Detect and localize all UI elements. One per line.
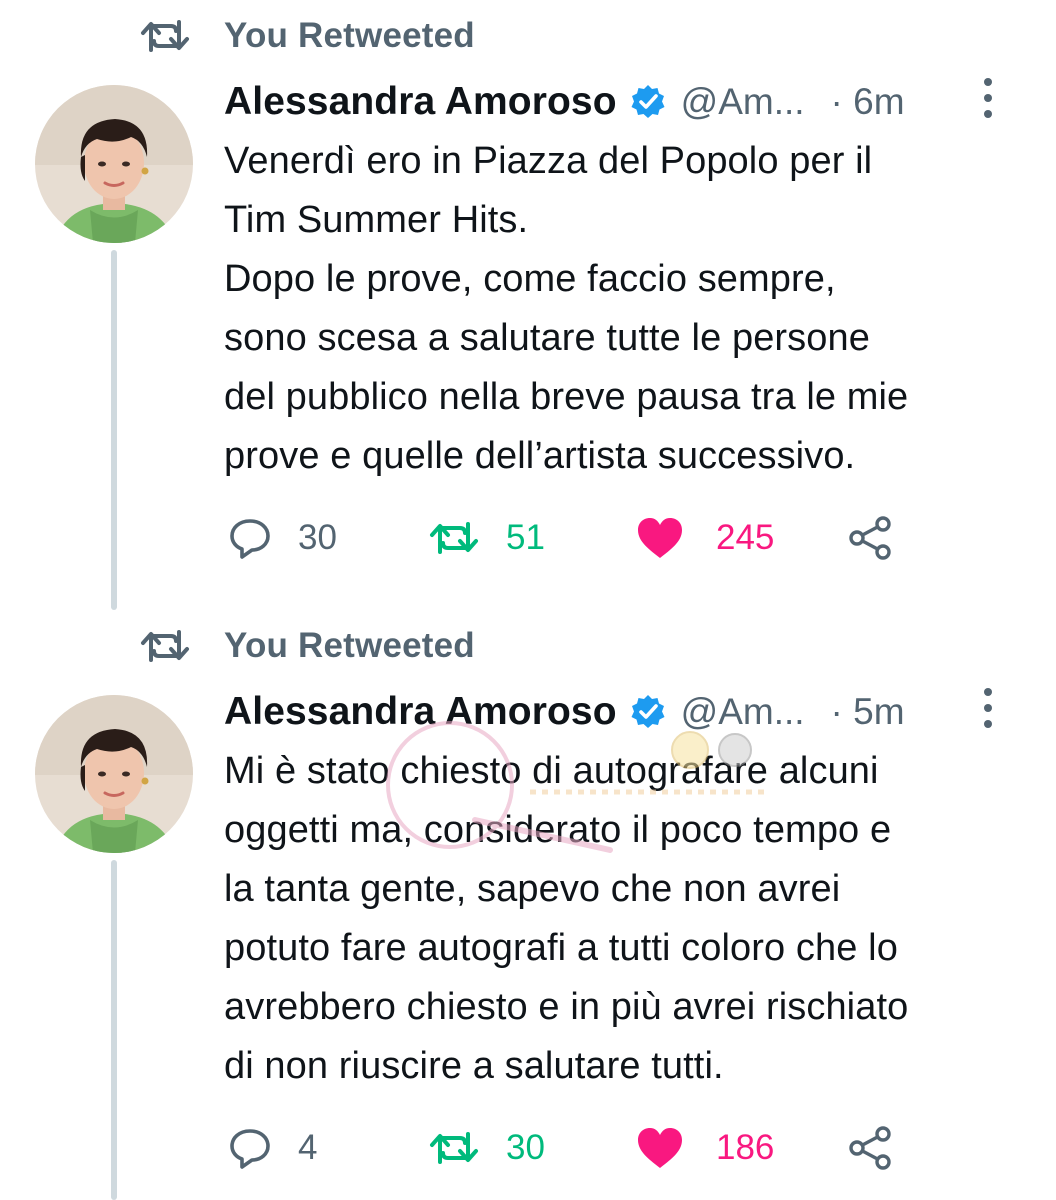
more-vertical-icon[interactable] <box>982 686 994 730</box>
verified-badge-icon <box>631 85 665 118</box>
avatar[interactable] <box>35 695 193 853</box>
reply-bubble-icon <box>230 1129 270 1169</box>
retweet-context: You Retweeted <box>140 14 475 58</box>
heart-filled-icon <box>638 518 682 558</box>
author-name[interactable]: Alessandra Amoroso <box>224 80 617 124</box>
reply-button[interactable]: 30 <box>228 508 337 568</box>
tweet-actions: 30 51 245 <box>224 508 1024 568</box>
retweet-context-label: You Retweeted <box>224 16 475 55</box>
like-count: 245 <box>716 518 775 557</box>
tweet[interactable]: You Retweeted Alessandra Amoroso @Am... … <box>0 0 1056 610</box>
more-vertical-icon[interactable] <box>982 76 994 120</box>
retweet-context: You Retweeted <box>140 624 475 668</box>
share-button[interactable] <box>848 508 894 568</box>
avatar[interactable] <box>35 85 193 243</box>
author-name[interactable]: Alessandra Amoroso <box>224 690 617 734</box>
like-count: 186 <box>716 1128 775 1167</box>
tweet-actions: 4 30 186 <box>224 1118 1024 1178</box>
reply-bubble-icon <box>230 519 270 559</box>
tweet[interactable]: You Retweeted Alessandra Amoroso @Am... … <box>0 610 1056 1200</box>
retweet-button[interactable]: 30 <box>428 1118 545 1178</box>
verified-badge-icon <box>631 695 665 728</box>
tweet-timestamp[interactable]: · 6m <box>831 81 905 123</box>
tweet-text: Mi è stato chiesto di autografare alcuni… <box>224 750 909 1087</box>
tweet-header: Alessandra Amoroso @Am... · 5m <box>224 682 1024 742</box>
heart-filled-icon <box>638 1128 682 1168</box>
tweet-timestamp[interactable]: · 5m <box>831 691 905 733</box>
share-button[interactable] <box>848 1118 894 1178</box>
retweet-icon <box>430 1132 478 1164</box>
retweet-count: 30 <box>506 1128 545 1167</box>
thread-line <box>111 860 117 1200</box>
thread-line <box>111 250 117 610</box>
reply-count: 30 <box>298 518 337 557</box>
share-icon <box>849 1126 891 1170</box>
retweet-icon <box>141 20 189 52</box>
like-button[interactable]: 186 <box>636 1118 774 1178</box>
author-handle[interactable]: @Am... <box>681 81 805 123</box>
retweet-button[interactable]: 51 <box>428 508 545 568</box>
share-icon <box>849 516 891 560</box>
tweet-text: Venerdì ero in Piazza del Popolo per il … <box>224 140 909 477</box>
retweet-icon <box>430 522 478 554</box>
retweet-icon <box>141 630 189 662</box>
reply-button[interactable]: 4 <box>228 1118 317 1178</box>
tweet-header: Alessandra Amoroso @Am... · 6m <box>224 72 1024 132</box>
reply-count: 4 <box>298 1128 318 1167</box>
retweet-context-label: You Retweeted <box>224 626 475 665</box>
author-handle[interactable]: @Am... <box>681 691 805 733</box>
like-button[interactable]: 245 <box>636 508 774 568</box>
retweet-count: 51 <box>506 518 545 557</box>
